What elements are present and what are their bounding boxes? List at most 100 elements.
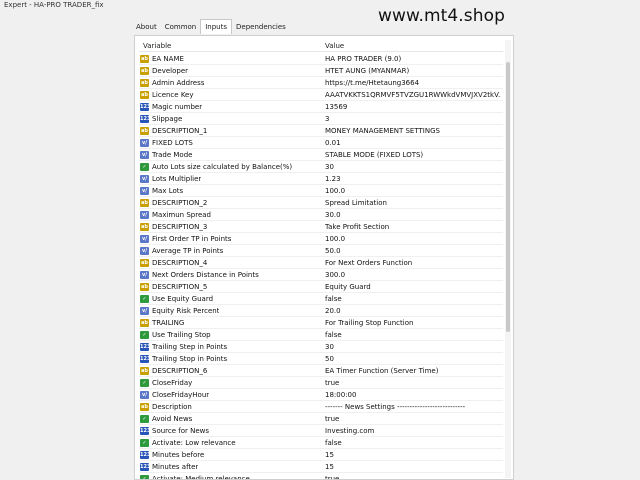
- table-row[interactable]: ab Admin Address https://t.me/Htetaung3664: [139, 77, 503, 89]
- variable-value[interactable]: 15: [325, 449, 334, 461]
- table-row[interactable]: v/Max Lots 100.0: [139, 185, 503, 197]
- table-row[interactable]: v/Maximun Spread 30.0: [139, 209, 503, 221]
- table-row[interactable]: ab Licence Key AAATVKKTS1QRMVF5TVZGU1RWWkd…: [139, 89, 503, 101]
- table-row[interactable]: v/Trade Mode STABLE MODE (FIXED LOTS): [139, 149, 503, 161]
- table-row[interactable]: ab TRAILING For Trailing Stop Function: [139, 317, 503, 329]
- variable-value[interactable]: 100.0: [325, 185, 345, 197]
- variable-value[interactable]: EA Timer Function (Server Time): [325, 365, 438, 377]
- variable-value[interactable]: HTET AUNG (MYANMAR): [325, 65, 409, 77]
- table-row[interactable]: 123 Slippage 3: [139, 113, 503, 125]
- variable-value[interactable]: 50: [325, 353, 334, 365]
- tab-dependencies[interactable]: Dependencies: [232, 20, 290, 34]
- tab-common[interactable]: Common: [161, 20, 201, 34]
- variable-value[interactable]: 1.23: [325, 173, 341, 185]
- variable-value[interactable]: 15: [325, 461, 334, 473]
- tab-bar: About Common Inputs Dependencies: [132, 19, 290, 34]
- table-row[interactable]: 123 Trailing Stop in Points 50: [139, 353, 503, 365]
- variable-name: First Order TP in Points: [152, 235, 232, 243]
- table-row[interactable]: 123 Minutes before 15: [139, 449, 503, 461]
- table-row[interactable]: ab DESCRIPTION_1 MONEY MANAGEMENT SETTINGS: [139, 125, 503, 137]
- variable-value[interactable]: 100.0: [325, 233, 345, 245]
- table-row[interactable]: 123 Minutes after 15: [139, 461, 503, 473]
- bool-type-icon: ✓: [140, 415, 149, 423]
- variable-name: CloseFriday: [152, 379, 193, 387]
- table-row[interactable]: ✓ Activate: Low relevance false: [139, 437, 503, 449]
- variable-value[interactable]: Take Profit Section: [325, 221, 389, 233]
- variable-value[interactable]: 3: [325, 113, 329, 125]
- table-row[interactable]: v/FIXED LOTS 0.01: [139, 137, 503, 149]
- variable-value[interactable]: 20.0: [325, 305, 341, 317]
- variable-value[interactable]: 50.0: [325, 245, 341, 257]
- table-row[interactable]: ✓ Activate: Medium relevance true: [139, 473, 503, 479]
- variable-value[interactable]: ------- News Settings ------------------…: [325, 401, 465, 413]
- table-row[interactable]: 123 Source for News Investing.com: [139, 425, 503, 437]
- variable-value[interactable]: 0.01: [325, 137, 341, 149]
- variable-value[interactable]: true: [325, 413, 339, 425]
- column-header-value[interactable]: Value: [325, 40, 344, 52]
- table-row[interactable]: ab DESCRIPTION_6 EA Timer Function (Server…: [139, 365, 503, 377]
- table-row[interactable]: v/Average TP in Points 50.0: [139, 245, 503, 257]
- table-row[interactable]: ab DESCRIPTION_3 Take Profit Section: [139, 221, 503, 233]
- table-row[interactable]: ✓ Use Equity Guard false: [139, 293, 503, 305]
- variable-value[interactable]: 30: [325, 161, 334, 173]
- variable-value[interactable]: 30: [325, 341, 334, 353]
- enum-type-icon: v/: [140, 175, 149, 183]
- variable-value[interactable]: true: [325, 473, 339, 479]
- column-header-variable[interactable]: Variable: [143, 40, 171, 52]
- variable-value[interactable]: false: [325, 437, 342, 449]
- variable-value[interactable]: For Trailing Stop Function: [325, 317, 413, 329]
- variable-value[interactable]: Investing.com: [325, 425, 374, 437]
- variable-value[interactable]: MONEY MANAGEMENT SETTINGS: [325, 125, 440, 137]
- table-row[interactable]: 123 Magic number 13569: [139, 101, 503, 113]
- table-row[interactable]: v/First Order TP in Points 100.0: [139, 233, 503, 245]
- table-row[interactable]: ✓ Avoid News true: [139, 413, 503, 425]
- variable-value[interactable]: false: [325, 293, 342, 305]
- tab-inputs[interactable]: Inputs: [200, 19, 233, 34]
- tab-about[interactable]: About: [132, 20, 161, 34]
- variable-value[interactable]: true: [325, 377, 339, 389]
- ab-type-icon: ab: [140, 199, 149, 207]
- table-row[interactable]: v/Lots Multiplier 1.23: [139, 173, 503, 185]
- ab-type-icon: ab: [140, 259, 149, 267]
- table-row[interactable]: 123 Trailing Step in Points 30: [139, 341, 503, 353]
- variable-name: DESCRIPTION_6: [152, 367, 208, 375]
- table-row[interactable]: ab EA NAME HA PRO TRADER (9.0): [139, 53, 503, 65]
- ab-type-icon: ab: [140, 283, 149, 291]
- table-row[interactable]: ✓ CloseFriday true: [139, 377, 503, 389]
- variable-value[interactable]: 13569: [325, 101, 347, 113]
- bool-type-icon: ✓: [140, 163, 149, 171]
- table-row[interactable]: ✓ Auto Lots size calculated by Balance(%)…: [139, 161, 503, 173]
- table-row[interactable]: ab Developer HTET AUNG (MYANMAR): [139, 65, 503, 77]
- variable-value[interactable]: HA PRO TRADER (9.0): [325, 53, 401, 65]
- variable-value[interactable]: https://t.me/Htetaung3664: [325, 77, 419, 89]
- table-row[interactable]: ab Description ------- News Settings -----…: [139, 401, 503, 413]
- variable-value[interactable]: For Next Orders Function: [325, 257, 412, 269]
- variable-value[interactable]: 300.0: [325, 269, 345, 281]
- enum-type-icon: v/: [140, 307, 149, 315]
- variable-name: Maximun Spread: [152, 211, 211, 219]
- variable-name: Developer: [152, 67, 189, 75]
- variable-value[interactable]: false: [325, 329, 342, 341]
- table-row[interactable]: ✓ Use Trailing Stop false: [139, 329, 503, 341]
- variable-name: Trailing Step in Points: [152, 343, 228, 351]
- variable-name: Avoid News: [152, 415, 193, 423]
- variable-value[interactable]: STABLE MODE (FIXED LOTS): [325, 149, 423, 161]
- table-row[interactable]: v/Equity Risk Percent 20.0: [139, 305, 503, 317]
- variable-name: Admin Address: [152, 79, 205, 87]
- variable-value[interactable]: AAATVKKTS1QRMVF5TVZGU1RWWkdVMVJXV2tkV...: [325, 89, 501, 101]
- table-row[interactable]: ab DESCRIPTION_4 For Next Orders Function: [139, 257, 503, 269]
- variable-value[interactable]: Equity Guard: [325, 281, 371, 293]
- vertical-scrollbar[interactable]: [505, 40, 511, 478]
- variable-value[interactable]: 18:00:00: [325, 389, 356, 401]
- variable-value[interactable]: Spread Limitation: [325, 197, 387, 209]
- table-row[interactable]: v/Next Orders Distance in Points 300.0: [139, 269, 503, 281]
- num-type-icon: 123: [140, 451, 151, 459]
- scrollbar-thumb[interactable]: [506, 62, 510, 332]
- bool-type-icon: ✓: [140, 439, 149, 447]
- table-row[interactable]: ab DESCRIPTION_2 Spread Limitation: [139, 197, 503, 209]
- table-row[interactable]: v/CloseFridayHour 18:00:00: [139, 389, 503, 401]
- watermark-text: www.mt4.shop: [378, 6, 506, 26]
- variable-value[interactable]: 30.0: [325, 209, 341, 221]
- table-row[interactable]: ab DESCRIPTION_5 Equity Guard: [139, 281, 503, 293]
- variable-name: TRAILING: [152, 319, 185, 327]
